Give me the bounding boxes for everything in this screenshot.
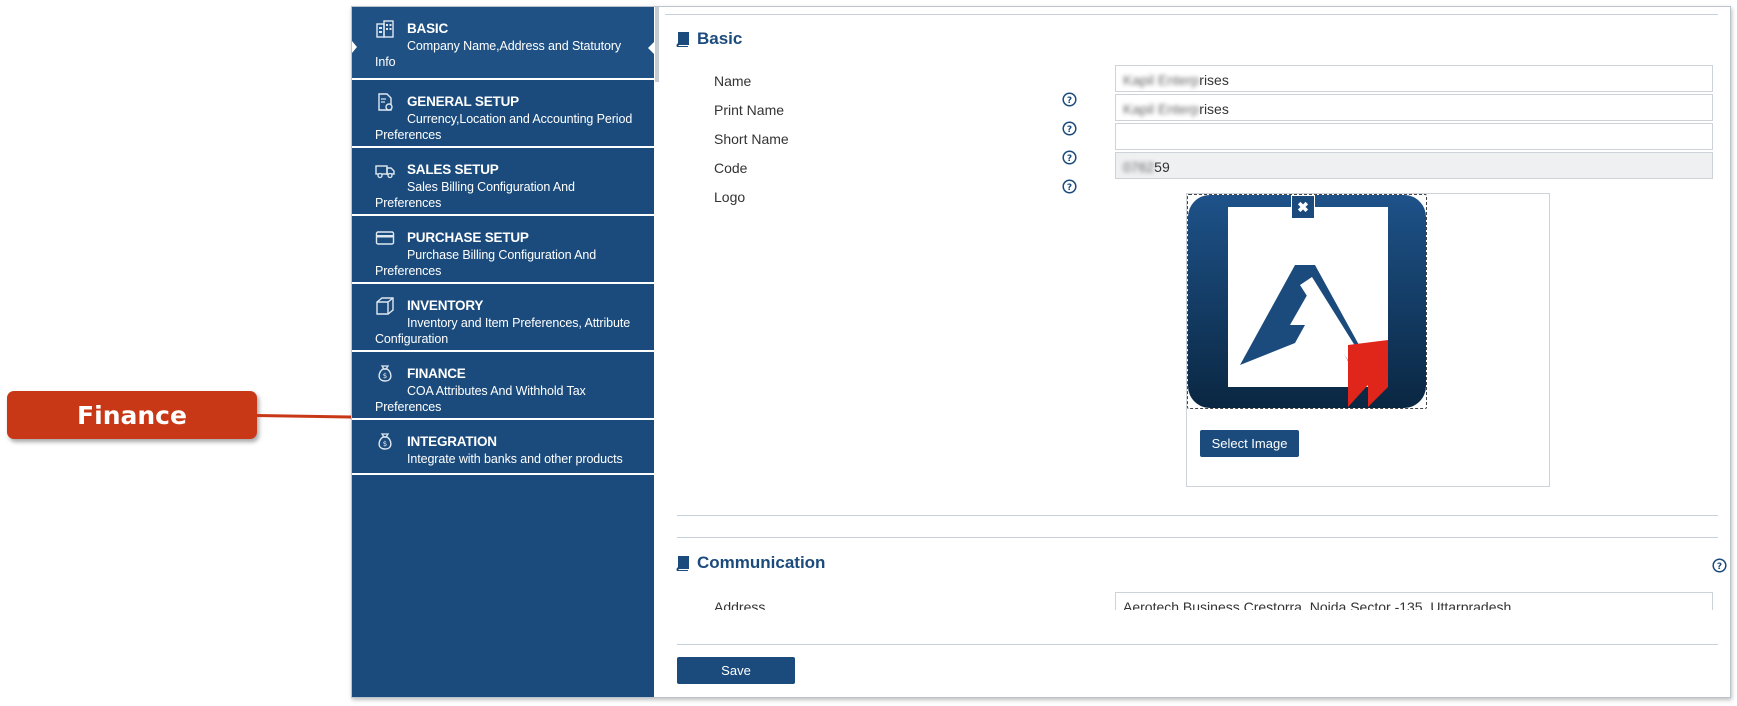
save-button[interactable]: Save (677, 657, 795, 684)
communication-heading-text: Communication (697, 553, 826, 572)
building-icon (376, 20, 394, 38)
sidebar-item-finance[interactable]: $ FINANCE COA Attributes And Withhold Ta… (352, 352, 654, 420)
code-label: Code (714, 160, 748, 176)
section-divider (677, 537, 1718, 538)
sidebar-scrollbar[interactable] (655, 7, 659, 82)
svg-text:?: ? (1717, 562, 1722, 572)
name-field[interactable]: Kapil Enterprises (1115, 65, 1713, 92)
top-divider (665, 14, 1718, 15)
svg-text:?: ? (1067, 183, 1072, 193)
truck-icon (375, 165, 395, 179)
help-icon[interactable]: ? (1062, 179, 1077, 194)
sidebar-item-title: PURCHASE SETUP (407, 230, 529, 245)
sidebar-item-inventory[interactable]: INVENTORY Inventory and Item Preferences… (352, 284, 654, 352)
sidebar-item-description: Company Name,Address and Statutory Info (375, 39, 622, 69)
sidebar-item-purchase-setup[interactable]: PURCHASE SETUP Purchase Billing Configur… (352, 216, 654, 284)
save-label: Save (721, 663, 751, 678)
svg-text:?: ? (1067, 96, 1072, 106)
screenshot-stage: Finance BASIC Company Name,Address and S… (0, 0, 1737, 706)
help-icon[interactable]: ? (1062, 92, 1077, 107)
sidebar-item-basic[interactable]: BASIC Company Name,Address and Statutory… (352, 7, 655, 80)
print-name-value-visible: rises (1199, 101, 1229, 117)
svg-text:?: ? (1067, 125, 1072, 135)
sidebar-item-title: SALES SETUP (407, 162, 499, 177)
basic-heading-text: Basic (697, 29, 743, 48)
sidebar-item-sales-setup[interactable]: SALES SETUP Sales Billing Configuration … (352, 148, 654, 216)
name-value-visible: rises (1199, 72, 1229, 88)
select-image-button[interactable]: Select Image (1200, 430, 1299, 457)
credit-card-icon (375, 231, 395, 245)
communication-scroll-area: Address Aerotech Business Crestorra, Noi… (665, 582, 1730, 610)
sidebar-item-description: Integrate with banks and other products (407, 452, 623, 466)
callout-label: Finance (77, 400, 187, 430)
address-label: Address (714, 599, 766, 610)
sidebar-item-description: Purchase Billing Configuration And Prefe… (375, 248, 597, 278)
sidebar-item-title: GENERAL SETUP (407, 94, 519, 109)
remove-logo-button[interactable]: ✖ (1291, 195, 1315, 219)
settings-window: BASIC Company Name,Address and Statutory… (351, 6, 1731, 698)
code-value-visible: 59 (1154, 159, 1170, 175)
code-field[interactable]: 076259 (1115, 152, 1713, 179)
money-bag-icon: $ (378, 365, 392, 382)
sidebar-item-description: Sales Billing Configuration And Preferen… (375, 180, 575, 210)
svg-text:$: $ (383, 372, 387, 380)
address-value: Aerotech Business Crestorra, Noida Secto… (1123, 599, 1512, 610)
print-name-field[interactable]: Kapil Enterprises (1115, 94, 1713, 121)
finance-callout: Finance (7, 391, 257, 439)
settings-document-icon (378, 93, 393, 111)
sidebar-item-title: INVENTORY (407, 298, 484, 313)
close-icon: ✖ (1297, 198, 1309, 215)
name-label: Name (714, 73, 752, 89)
sidebar-item-description: Currency,Location and Accounting Period … (375, 112, 633, 142)
logo-preview-frame: ✖ (1187, 194, 1427, 409)
code-value-blurred: 0762 (1123, 159, 1155, 175)
section-divider (677, 515, 1718, 516)
book-icon (676, 555, 689, 571)
settings-content: Basic Name Kapil Enterprises Print Name … (665, 7, 1730, 697)
sidebar-item-general-setup[interactable]: GENERAL SETUP Currency,Location and Acco… (352, 80, 654, 148)
print-name-label: Print Name (714, 102, 785, 118)
sidebar-item-title: INTEGRATION (407, 434, 497, 449)
basic-section-heading: Basic (675, 29, 742, 49)
communication-section-heading: Communication (675, 553, 825, 573)
short-name-label: Short Name (714, 131, 789, 147)
name-value-blurred: Kapil Enterp (1123, 72, 1200, 88)
svg-text:?: ? (1067, 154, 1072, 164)
help-icon[interactable]: ? (1062, 121, 1077, 136)
help-icon[interactable]: ? (1712, 558, 1727, 573)
address-field[interactable]: Aerotech Business Crestorra, Noida Secto… (1115, 592, 1713, 610)
sidebar-item-title: FINANCE (407, 366, 466, 381)
book-icon (676, 31, 689, 47)
svg-text:$: $ (383, 440, 387, 448)
footer-divider (677, 644, 1718, 645)
sidebar-item-integration[interactable]: $ INTEGRATION Integrate with banks and o… (352, 420, 654, 475)
settings-sidebar: BASIC Company Name,Address and Statutory… (352, 7, 655, 697)
select-image-label: Select Image (1211, 436, 1288, 451)
box-icon (376, 297, 394, 315)
sidebar-item-title: BASIC (407, 21, 449, 36)
sidebar-item-description: COA Attributes And Withhold Tax Preferen… (375, 384, 586, 414)
logo-label: Logo (714, 189, 746, 205)
print-name-value-blurred: Kapil Enterp (1123, 101, 1200, 117)
logo-upload-panel: ✖ Select Image (1186, 193, 1550, 487)
short-name-field[interactable] (1115, 123, 1713, 150)
sidebar-item-description: Inventory and Item Preferences, Attribut… (375, 316, 631, 346)
company-logo-image (1188, 195, 1426, 408)
help-icon[interactable]: ? (1062, 150, 1077, 165)
money-bag-icon: $ (378, 433, 392, 450)
